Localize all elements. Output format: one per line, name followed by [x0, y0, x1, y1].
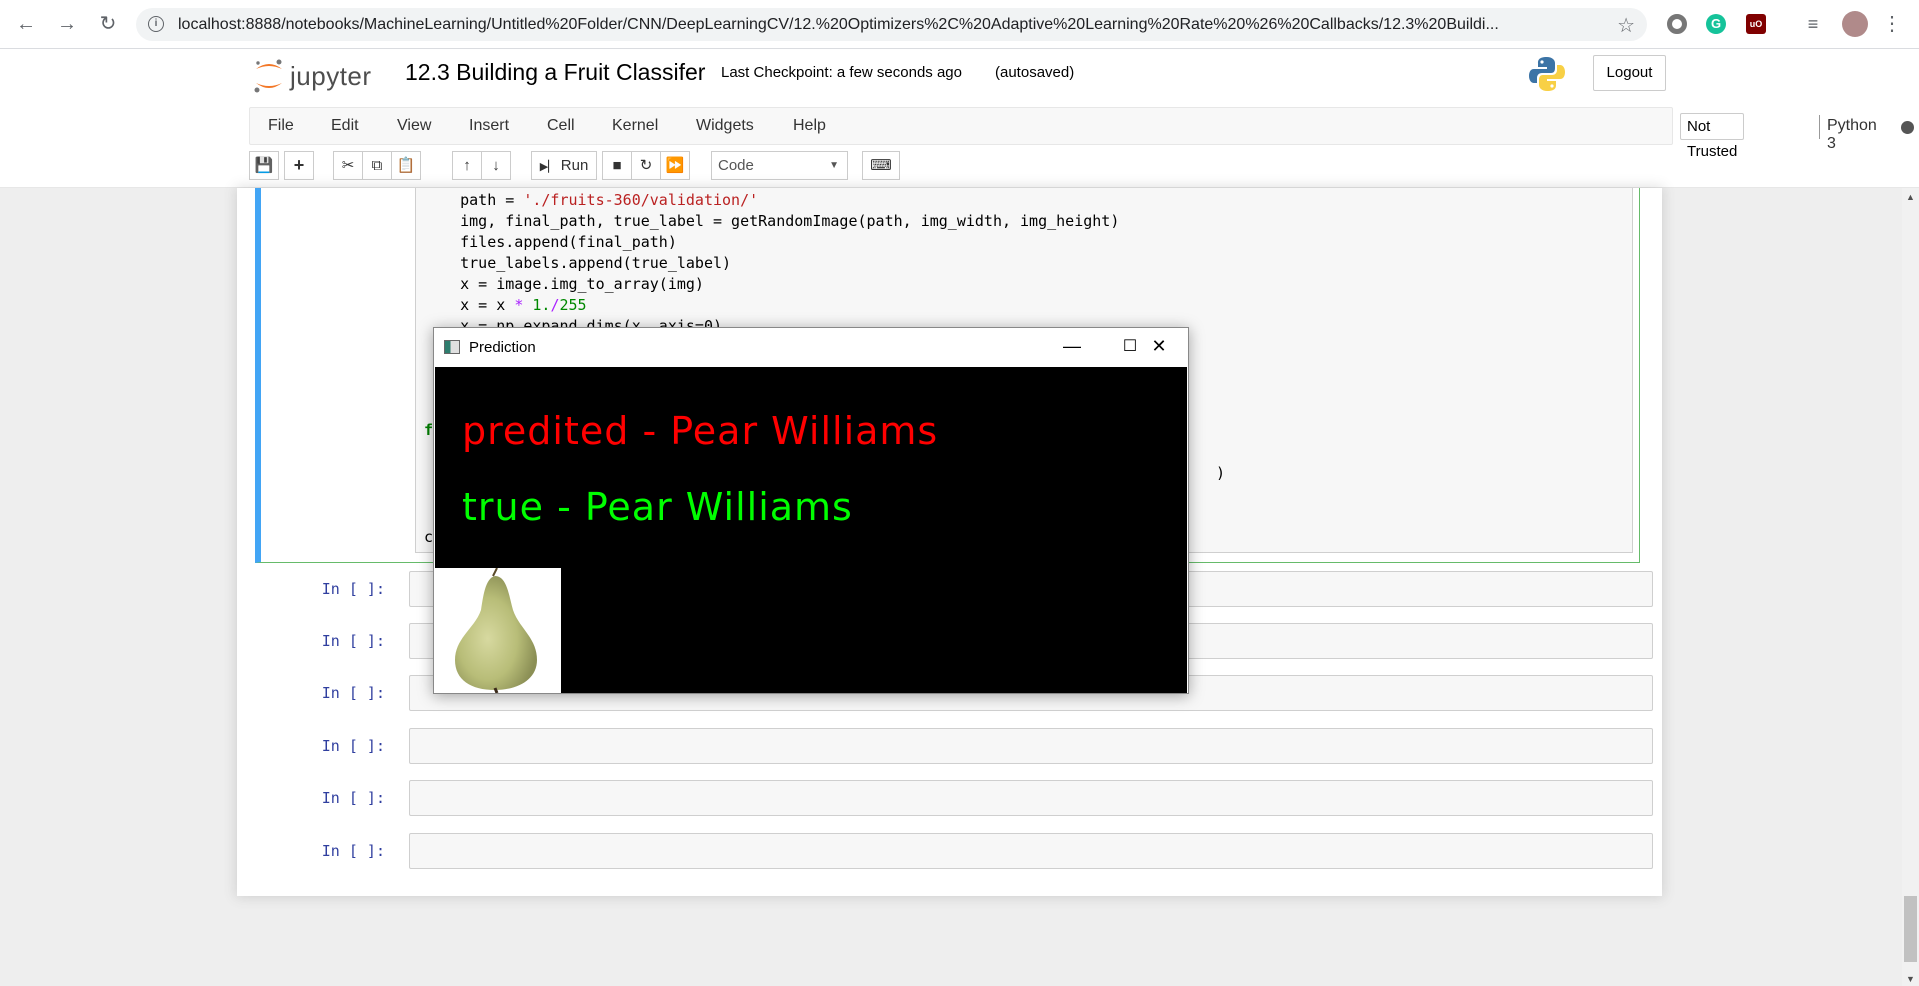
empty-code-cell[interactable]: In [ ]:: [255, 833, 1653, 871]
menu-widgets[interactable]: Widgets: [696, 117, 754, 135]
back-icon[interactable]: ←: [14, 12, 38, 36]
restart-icon[interactable]: ↻: [631, 151, 661, 180]
trust-status-button[interactable]: Not Trusted: [1680, 113, 1745, 160]
code-line: path = './fruits-360/validation/': [424, 191, 759, 209]
jupyter-logo[interactable]: jupyter: [252, 57, 392, 97]
input-prompt: In [ ]:: [321, 684, 385, 702]
forward-icon[interactable]: →: [55, 12, 79, 36]
code-line: x = image.img_to_array(img): [424, 275, 704, 293]
chevron-down-icon: ▼: [829, 160, 839, 171]
empty-code-cell[interactable]: In [ ]:: [255, 780, 1653, 818]
move-down-icon[interactable]: ↓: [481, 151, 511, 180]
reload-icon[interactable]: ↻: [96, 12, 120, 36]
bookmark-star-icon[interactable]: ☆: [1617, 13, 1635, 38]
run-button[interactable]: ▶▏ Run: [531, 151, 597, 180]
pear-image: [435, 567, 561, 694]
input-prompt: In [ ]:: [321, 632, 385, 650]
site-info-icon[interactable]: i: [148, 16, 164, 32]
avatar[interactable]: [1842, 11, 1868, 37]
cell-input[interactable]: [409, 833, 1653, 869]
window-app-icon: [444, 340, 460, 354]
scroll-down-icon[interactable]: ▼: [1906, 974, 1915, 984]
run-icon: ▶▏: [539, 161, 557, 173]
kernel-status-icon: [1901, 121, 1914, 134]
window-titlebar[interactable]: Prediction — ☐ ✕: [434, 328, 1188, 367]
jupyter-logo-icon: [254, 59, 282, 93]
browser-menu-icon[interactable]: ⋮: [1880, 12, 1904, 36]
prediction-canvas: predited - Pear Williams true - Pear Wil…: [435, 367, 1187, 694]
code-fragment: ): [1216, 464, 1226, 482]
menu-edit[interactable]: Edit: [331, 117, 359, 135]
predicted-label: predited - Pear Williams: [462, 409, 939, 453]
code-line: true_labels.append(true_label): [424, 254, 732, 272]
scroll-up-icon[interactable]: ▲: [1906, 192, 1915, 202]
url-text[interactable]: localhost:8888/notebooks/MachineLearning…: [178, 16, 1598, 34]
checkpoint-status: Last Checkpoint: a few seconds ago: [721, 64, 962, 81]
kernel-name: Python 3: [1827, 117, 1877, 152]
menu-bar: File Edit View Insert Cell Kernel Widget…: [249, 107, 1914, 160]
cut-icon[interactable]: ✂: [333, 151, 363, 180]
scroll-thumb[interactable]: [1904, 896, 1917, 962]
restart-run-all-icon[interactable]: ⏩: [660, 151, 690, 180]
keyboard-icon[interactable]: ⌨: [862, 151, 900, 180]
menu-kernel[interactable]: Kernel: [612, 117, 658, 135]
cell-input[interactable]: [409, 780, 1653, 816]
grammarly-icon[interactable]: G: [1706, 14, 1726, 34]
prediction-window[interactable]: Prediction — ☐ ✕ predited - Pear William…: [433, 327, 1189, 694]
ublock-icon[interactable]: uO: [1746, 14, 1766, 34]
paste-icon[interactable]: 📋: [391, 151, 421, 180]
notebook-toolbar: 💾 + ✂ ⧉ 📋 ↑ ↓ ▶▏ Run ■ ↻ ⏩ Code ▼ ⌨: [249, 148, 1249, 182]
code-line: img, final_path, true_label = getRandomI…: [424, 212, 1120, 230]
path-string: './fruits-360/validation/': [523, 191, 759, 209]
close-icon[interactable]: ✕: [1130, 328, 1188, 367]
logout-button[interactable]: Logout: [1593, 55, 1666, 91]
kernel-separator: [1819, 115, 1820, 139]
jupyter-logo-text: jupyter: [290, 61, 372, 91]
autosave-status: (autosaved): [995, 64, 1075, 81]
menu-toolbar-area: File Edit View Insert Cell Kernel Widget…: [0, 106, 1919, 188]
menu-view[interactable]: View: [397, 117, 431, 135]
interrupt-icon[interactable]: ■: [602, 151, 632, 180]
input-prompt: In [ ]:: [321, 737, 385, 755]
cell-input[interactable]: [409, 728, 1653, 764]
menu-file[interactable]: File: [268, 117, 294, 135]
save-icon[interactable]: 💾: [249, 151, 279, 180]
empty-code-cell[interactable]: In [ ]:: [255, 728, 1653, 766]
media-queue-icon[interactable]: ≡: [1801, 12, 1825, 36]
cell-type-value: Code: [718, 157, 754, 174]
input-prompt: In [ ]:: [321, 842, 385, 860]
menu-cell[interactable]: Cell: [547, 117, 575, 135]
python-logo-icon: [1529, 57, 1565, 91]
window-title: Prediction: [469, 339, 536, 356]
jupyter-header: jupyter 12.3 Building a Fruit Classifer …: [0, 49, 1919, 106]
move-up-icon[interactable]: ↑: [452, 151, 482, 180]
notebook-title[interactable]: 12.3 Building a Fruit Classifer: [405, 59, 705, 86]
menu-insert[interactable]: Insert: [469, 117, 509, 135]
code-line: files.append(final_path): [424, 233, 677, 251]
copy-icon[interactable]: ⧉: [362, 151, 392, 180]
extension-circle-icon[interactable]: [1667, 14, 1687, 34]
cell-type-select[interactable]: Code ▼: [711, 151, 848, 180]
input-prompt: In [ ]:: [321, 789, 385, 807]
true-label: true - Pear Williams: [462, 485, 853, 529]
page-scrollbar[interactable]: ▲ ▼: [1902, 188, 1919, 986]
insert-cell-icon[interactable]: +: [284, 151, 314, 180]
pear-icon: [455, 567, 537, 694]
input-prompt: In [ ]:: [321, 580, 385, 598]
address-bar[interactable]: i localhost:8888/notebooks/MachineLearni…: [136, 8, 1647, 41]
code-line: x = x * 1./255: [424, 296, 587, 314]
browser-toolbar: ← → ↻ i localhost:8888/notebooks/Machine…: [0, 0, 1919, 49]
menu-help[interactable]: Help: [793, 117, 826, 135]
minimize-icon[interactable]: —: [1043, 328, 1101, 367]
run-label: Run: [560, 157, 589, 174]
